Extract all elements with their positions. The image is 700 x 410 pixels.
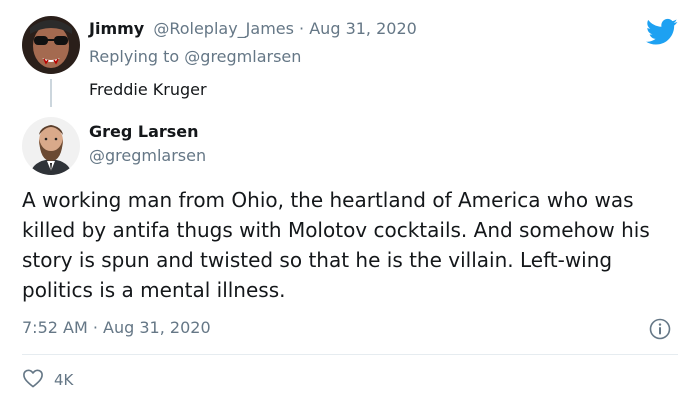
replying-to-prefix: Replying to (89, 47, 180, 66)
reply-date[interactable]: Aug 31, 2020 (309, 19, 417, 38)
replying-to-handle[interactable]: @gregmlarsen (184, 47, 301, 66)
heart-icon (23, 369, 43, 388)
info-icon[interactable] (649, 318, 671, 344)
reply-author-name[interactable]: Jimmy (89, 19, 144, 38)
avatar-jimmy[interactable] (22, 16, 80, 74)
avatar-greg-larsen[interactable] (22, 117, 80, 175)
thread-connector-line (50, 79, 52, 107)
quoted-author-handle[interactable]: @gregmlarsen (89, 146, 206, 165)
tweet-divider (22, 354, 678, 355)
twitter-bird-icon[interactable] (646, 18, 678, 50)
quoted-author-name[interactable]: Greg Larsen (89, 122, 199, 141)
quoted-tweet-text: A working man from Ohio, the heartland o… (22, 188, 650, 302)
tweet-time[interactable]: 7:52 AM (22, 318, 88, 337)
tweet-meta-separator: · (92, 318, 98, 337)
avatar-greg-image (22, 117, 80, 175)
tweet-date[interactable]: Aug 31, 2020 (103, 318, 211, 337)
like-button[interactable] (22, 368, 44, 392)
reply-tweet-text: Freddie Kruger (89, 80, 207, 99)
reply-separator: · (299, 19, 305, 38)
like-count[interactable]: 4K (54, 371, 73, 389)
avatar-jimmy-image (22, 16, 80, 74)
reply-author-handle[interactable]: @Roleplay_James (153, 19, 294, 38)
